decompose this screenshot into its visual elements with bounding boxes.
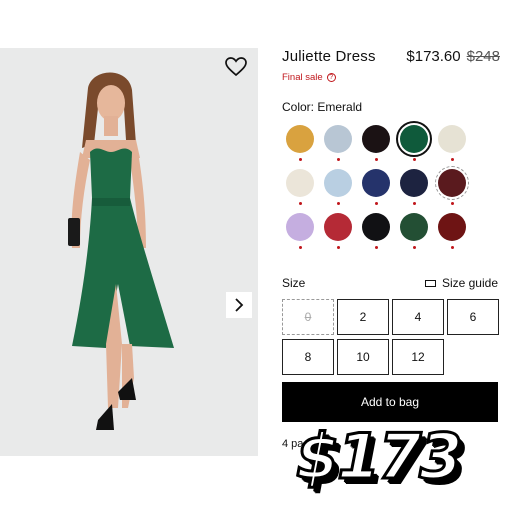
- heart-icon: [225, 57, 247, 77]
- swatch-cream[interactable]: [286, 169, 314, 197]
- low-stock-dot: [450, 246, 454, 249]
- size-option-4[interactable]: 4: [392, 299, 444, 335]
- swatch-navy-dot[interactable]: [362, 169, 390, 197]
- low-stock-dot: [336, 202, 340, 205]
- ruler-icon: [424, 279, 436, 287]
- size-guide-link[interactable]: Size guide: [424, 276, 498, 290]
- final-sale-label: Final sale: [282, 72, 323, 83]
- swatch-black[interactable]: [362, 213, 390, 241]
- size-option-10[interactable]: 10: [337, 339, 389, 375]
- swatch-light-blue[interactable]: [324, 169, 352, 197]
- swatch-navy[interactable]: [400, 169, 428, 197]
- swatch-dark-red-floral[interactable]: [438, 213, 466, 241]
- price-block: $173.60 $248: [406, 48, 500, 65]
- low-stock-dot: [450, 158, 454, 161]
- color-label: Color: Emerald: [282, 100, 363, 114]
- size-guide-label: Size guide: [441, 276, 498, 290]
- low-stock-dot: [298, 158, 302, 161]
- original-price: $248: [466, 48, 500, 65]
- chevron-right-icon: [235, 298, 244, 312]
- low-stock-dot: [412, 158, 416, 161]
- swatch-emerald[interactable]: [396, 121, 432, 157]
- swatch-pale-blue-floral[interactable]: [324, 125, 352, 153]
- model-photo: [0, 48, 258, 456]
- low-stock-dot: [450, 202, 454, 205]
- low-stock-dot: [412, 202, 416, 205]
- size-option-0[interactable]: 0: [282, 299, 334, 335]
- product-title: Juliette Dress: [282, 48, 376, 65]
- size-option-6[interactable]: 6: [447, 299, 499, 335]
- final-sale-notice: Final sale ?: [282, 72, 336, 83]
- low-stock-dot: [298, 202, 302, 205]
- low-stock-dot: [336, 158, 340, 161]
- overlay-price: $173: [295, 419, 465, 495]
- low-stock-dot: [374, 246, 378, 249]
- size-option-2[interactable]: 2: [337, 299, 389, 335]
- low-stock-dot: [374, 158, 378, 161]
- swatch-burgundy[interactable]: [435, 166, 469, 200]
- low-stock-dot: [298, 246, 302, 249]
- size-label: Size: [282, 276, 306, 290]
- low-stock-dot: [412, 246, 416, 249]
- swatch-lavender-floral[interactable]: [286, 213, 314, 241]
- wishlist-button[interactable]: [225, 57, 247, 77]
- swatch-green-floral-white[interactable]: [438, 125, 466, 153]
- next-image-button[interactable]: [226, 292, 252, 318]
- swatch-green-floral[interactable]: [400, 213, 428, 241]
- low-stock-dot: [374, 202, 378, 205]
- swatch-red-rose-black[interactable]: [362, 125, 390, 153]
- low-stock-dot: [336, 246, 340, 249]
- sale-price: $173.60: [406, 48, 461, 65]
- size-option-12[interactable]: 12: [392, 339, 444, 375]
- swatch-red-floral[interactable]: [324, 213, 352, 241]
- add-to-bag-button[interactable]: Add to bag: [282, 382, 498, 422]
- size-option-8[interactable]: 8: [282, 339, 334, 375]
- product-image: [0, 48, 258, 456]
- info-icon[interactable]: ?: [326, 73, 336, 82]
- swatch-floral-mustard[interactable]: [286, 125, 314, 153]
